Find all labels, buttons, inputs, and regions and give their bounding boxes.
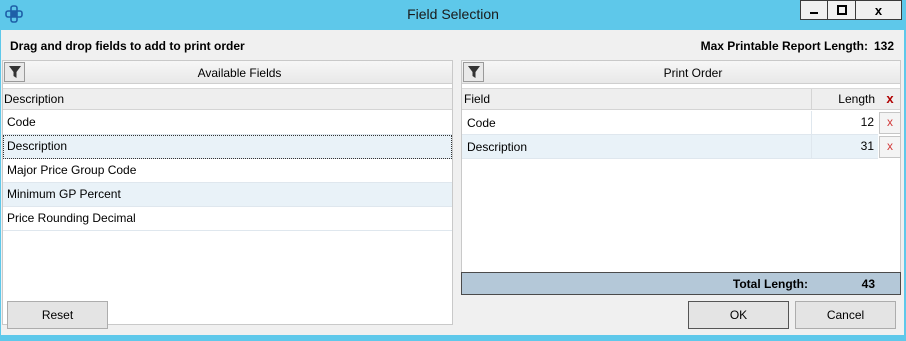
print-order-length[interactable]: 12 xyxy=(811,111,877,134)
filter-icon xyxy=(467,66,480,78)
max-length-label: Max Printable Report Length: xyxy=(700,39,868,53)
maximize-button[interactable] xyxy=(828,0,856,20)
cancel-button[interactable]: Cancel xyxy=(795,301,896,329)
max-length-value: 132 xyxy=(873,39,894,53)
print-order-field: Code xyxy=(467,116,496,130)
filter-icon xyxy=(8,66,21,78)
print-order-row[interactable]: Code 12 xyxy=(462,111,878,135)
window-title: Field Selection xyxy=(407,6,499,22)
print-order-length[interactable]: 31 xyxy=(811,135,877,158)
total-length-label: Total Length: xyxy=(732,277,808,291)
close-icon: x xyxy=(874,2,883,18)
print-order-header: Print Order xyxy=(462,61,900,84)
minimize-icon xyxy=(810,12,818,14)
reset-button[interactable]: Reset xyxy=(7,301,108,329)
total-length-value: 43 xyxy=(861,277,875,291)
available-fields-title: Available Fields xyxy=(197,66,282,80)
available-fields-panel: Available Fields Description Code Descri… xyxy=(2,60,453,325)
title-bar[interactable]: Field Selection x xyxy=(0,0,906,28)
available-column-header[interactable]: Description xyxy=(3,88,452,110)
total-length-bar: Total Length: 43 xyxy=(461,272,901,295)
remove-field-button[interactable]: x xyxy=(879,112,901,134)
available-field-row[interactable]: Price Rounding Decimal xyxy=(3,207,452,231)
print-order-panel: Print Order Field Length x Code 12 x Des… xyxy=(461,60,901,295)
instruction-text: Drag and drop fields to add to print ord… xyxy=(10,39,245,53)
ok-button[interactable]: OK xyxy=(688,301,789,329)
length-column-header[interactable]: Length xyxy=(811,89,877,109)
field-column-header[interactable]: Field xyxy=(464,92,490,106)
field-selection-window: Field Selection x Drag and drop fields t… xyxy=(0,0,906,341)
available-filter-button[interactable] xyxy=(4,62,25,82)
remove-all-icon[interactable]: x xyxy=(879,89,901,109)
maximize-icon xyxy=(836,5,847,15)
dialog-body: Drag and drop fields to add to print ord… xyxy=(1,30,904,335)
minimize-button[interactable] xyxy=(800,0,828,20)
available-fields-header: Available Fields xyxy=(3,61,452,84)
available-field-row[interactable]: Description xyxy=(3,135,452,159)
available-field-row[interactable]: Code xyxy=(3,111,452,135)
max-length-readout: Max Printable Report Length: 132 xyxy=(701,39,894,53)
remove-field-button[interactable]: x xyxy=(879,136,901,158)
available-field-row[interactable]: Minimum GP Percent xyxy=(3,183,452,207)
print-order-title: Print Order xyxy=(663,66,723,80)
close-button[interactable]: x xyxy=(856,0,902,20)
print-order-column-header: Field Length x xyxy=(462,88,900,110)
print-order-field: Description xyxy=(467,140,528,154)
available-field-row[interactable]: Major Price Group Code xyxy=(3,159,452,183)
print-order-filter-button[interactable] xyxy=(463,62,484,82)
print-order-row[interactable]: Description 31 xyxy=(462,135,878,159)
